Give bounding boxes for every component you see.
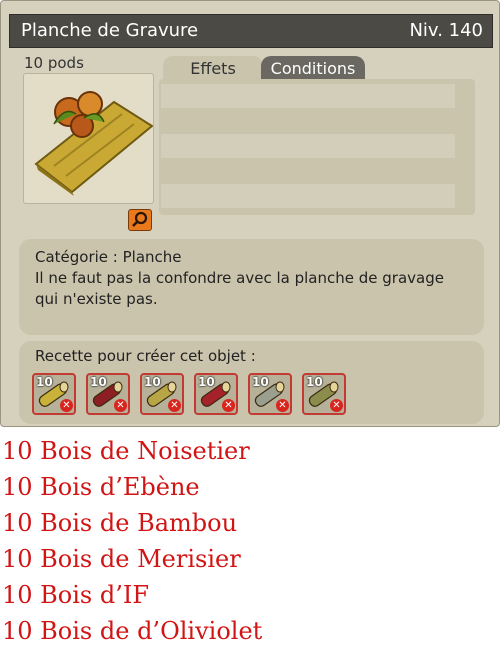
recipe-ingredient-slot[interactable]: 10 ✕	[302, 373, 346, 415]
item-description-text: Il ne faut pas la confondre avec la plan…	[35, 269, 444, 308]
ingredient-quantity: 10	[144, 375, 161, 389]
item-level: Niv. 140	[409, 20, 483, 41]
title-bar: Planche de Gravure Niv. 140	[9, 14, 493, 48]
resource-list-item: 10 Bois de Merisier	[2, 545, 241, 573]
ingredient-quantity: 10	[90, 375, 107, 389]
item-image-frame	[23, 73, 154, 204]
resource-list-item: 10 Bois de Bambou	[2, 509, 238, 537]
resource-list-item: 10 Bois de d’Oliviolet	[2, 617, 263, 645]
effects-row-placeholder	[161, 84, 455, 108]
recipe-ingredient-slot[interactable]: 10 ✕	[140, 373, 184, 415]
recipe-section: Recette pour créer cet objet : 10 ✕ 10 ✕ 10 ✕…	[19, 341, 484, 424]
recipe-ingredient-slot[interactable]: 10 ✕	[248, 373, 292, 415]
magnifier-icon	[132, 211, 148, 227]
ingredient-quantity: 10	[252, 375, 269, 389]
recipe-ingredient-slot[interactable]: 10 ✕	[194, 373, 238, 415]
item-category: Catégorie : Planche	[35, 248, 182, 266]
effects-content-area	[159, 79, 475, 215]
effects-row-placeholder	[161, 134, 455, 158]
missing-ingredient-icon: ✕	[330, 399, 343, 412]
missing-ingredient-icon: ✕	[114, 399, 127, 412]
ingredient-quantity: 10	[36, 375, 53, 389]
zoom-button[interactable]	[128, 209, 152, 231]
resource-list-item: 10 Bois d’IF	[2, 581, 149, 609]
wooden-plank-with-nuts-icon	[34, 91, 153, 196]
item-tooltip-panel: Planche de Gravure Niv. 140 10 pods Effe…	[0, 0, 500, 427]
resource-list-item: 10 Bois d’Ebène	[2, 473, 200, 501]
missing-ingredient-icon: ✕	[222, 399, 235, 412]
ingredient-quantity: 10	[198, 375, 215, 389]
item-description: Catégorie : Planche Il ne faut pas la co…	[19, 239, 484, 335]
item-name: Planche de Gravure	[21, 20, 199, 41]
missing-ingredient-icon: ✕	[276, 399, 289, 412]
recipe-title: Recette pour créer cet objet :	[35, 347, 256, 365]
missing-ingredient-icon: ✕	[168, 399, 181, 412]
recipe-ingredient-slot[interactable]: 10 ✕	[32, 373, 76, 415]
ingredient-quantity: 10	[306, 375, 323, 389]
resource-list: 10 Bois de Noisetier 10 Bois d’Ebène 10 …	[2, 433, 262, 649]
recipe-ingredient-slot[interactable]: 10 ✕	[86, 373, 130, 415]
resource-list-item: 10 Bois de Noisetier	[2, 437, 250, 465]
effects-row-placeholder	[161, 184, 455, 208]
missing-ingredient-icon: ✕	[60, 399, 73, 412]
item-weight: 10 pods	[24, 54, 84, 72]
